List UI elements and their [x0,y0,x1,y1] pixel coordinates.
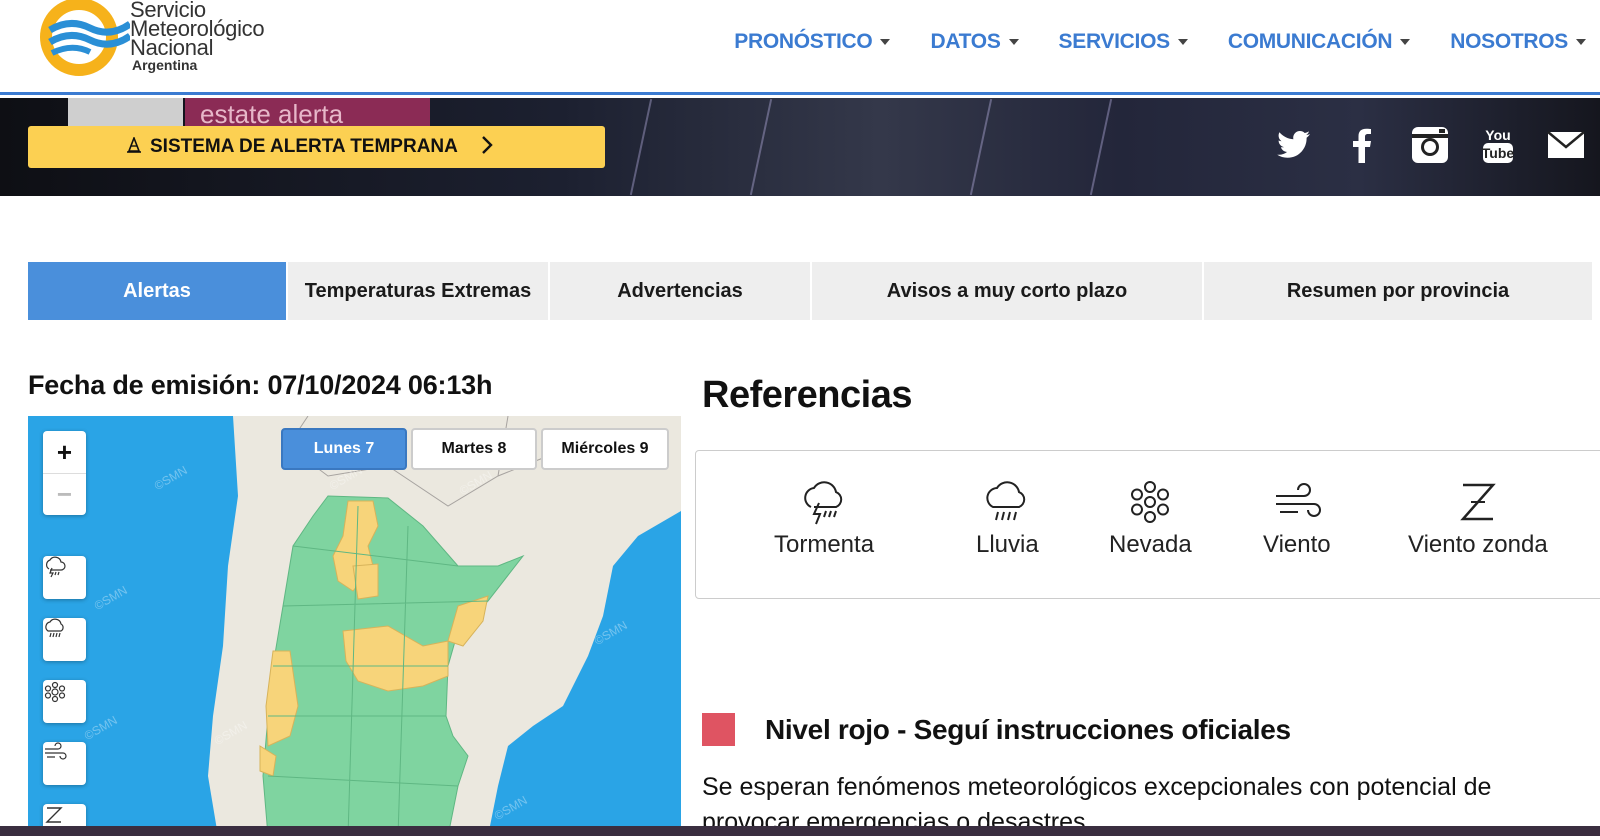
zoom-control: + − [43,431,86,515]
ref-item-viento-zonda: Viento zonda [1408,477,1548,559]
ref-item-nevada: Nevada [1109,477,1192,559]
chevron-down-icon [1576,39,1586,45]
day-lunes-button[interactable]: Lunes 7 [281,428,407,470]
day-selector: Lunes 7 Martes 8 Miércoles 9 [281,428,669,470]
tab-temperaturas-extremas[interactable]: Temperaturas Extremas [288,262,550,320]
tab-alertas[interactable]: Alertas [28,262,288,320]
nav-label: SERVICIOS [1058,30,1171,53]
day-miercoles-button[interactable]: Miércoles 9 [541,428,669,470]
day-martes-button[interactable]: Martes 8 [411,428,537,470]
snow-icon [1131,481,1170,523]
email-icon[interactable] [1532,125,1600,165]
ref-label: Viento zonda [1408,531,1548,558]
warning-cone-icon [126,135,142,158]
tab-resumen-provincia[interactable]: Resumen por provincia [1204,262,1594,320]
chevron-down-icon [1177,39,1188,45]
site-header: Servicio Meteorológico Nacional Argentin… [0,0,1600,95]
wind-icon [45,742,67,760]
snow-icon [44,681,66,703]
issue-date: Fecha de emisión: 07/10/2024 06:13h [28,370,493,400]
smn-logo-icon [40,0,133,76]
chevron-down-icon [1008,39,1019,45]
nav-comunicacion[interactable]: COMUNICACIÓN [1227,30,1411,54]
banner-overlay-text: estate alerta [185,98,430,129]
ref-label: Viento [1263,531,1331,558]
chevron-right-icon [481,135,493,161]
early-warning-system-button[interactable]: SISTEMA DE ALERTA TEMPRANA [28,126,605,168]
svg-text:You: You [1485,127,1510,143]
nivel-title: Nivel rojo - Seguí instrucciones oficial… [765,713,1291,745]
ref-item-viento: Viento [1263,477,1331,559]
referencias-title: Referencias [702,374,912,416]
social-links: You Tube [1260,125,1600,165]
alert-button-label: SISTEMA DE ALERTA TEMPRANA [150,136,458,157]
nav-label: DATOS [930,30,1001,53]
tab-avisos-corto-plazo[interactable]: Avisos a muy corto plazo [812,262,1204,320]
nivel-rojo-heading: Nivel rojo - Seguí instrucciones oficial… [702,713,1291,746]
nav-datos[interactable]: DATOS [930,30,1019,54]
referencias-box: Tormenta Lluvia Nevada Viento Viento zon… [695,450,1600,599]
lightning-decoration [1089,98,1113,196]
nav-label: NOSOTROS [1450,30,1568,53]
ref-item-tormenta: Tormenta [774,477,874,559]
instagram-icon[interactable] [1396,125,1464,165]
nav-label: PRONÓSTICO [734,30,873,53]
facebook-icon[interactable] [1328,125,1396,165]
tab-advertencias[interactable]: Advertencias [550,262,812,320]
zoom-in-button[interactable]: + [43,431,86,473]
twitter-icon[interactable] [1260,125,1328,165]
zonda-icon [45,807,63,823]
alert-map[interactable]: ©SMN ©SMN ©SMN ©SMN ©SMN ©SMN ©SMN ©SMN … [28,416,681,836]
rain-icon [45,618,64,638]
lightning-decoration [969,98,993,196]
alert-tabs: Alertas Temperaturas Extremas Advertenci… [28,262,1594,320]
nav-servicios[interactable]: SERVICIOS [1059,30,1188,54]
chevron-down-icon [1400,39,1411,45]
banner-image-fragment [68,98,183,126]
wind-icon [1275,483,1321,517]
ref-item-lluvia: Lluvia [976,477,1039,559]
smn-logo[interactable]: Servicio Meteorológico Nacional Argentin… [38,0,288,80]
youtube-icon[interactable]: You Tube [1464,125,1532,165]
yellow-zone [352,563,379,600]
nav-pronostico[interactable]: PRONÓSTICO [734,30,891,54]
svg-text:Tube: Tube [1482,145,1514,161]
storm-icon [804,481,843,525]
rain-icon [986,481,1026,521]
lightning-decoration [749,98,773,196]
chevron-down-icon [880,39,891,45]
ref-label: Lluvia [976,531,1039,558]
storm-icon [46,556,66,578]
layer-storm-button[interactable] [43,556,86,599]
ref-label: Tormenta [774,531,875,558]
layer-snow-button[interactable] [43,680,86,723]
logo-text: Servicio Meteorológico Nacional Argentin… [130,0,265,73]
main-nav: PRONÓSTICO DATOS SERVICIOS COMUNICACIÓN … [694,30,1586,54]
ref-label: Nevada [1109,531,1192,558]
layer-wind-button[interactable] [43,742,86,785]
layer-rain-button[interactable] [43,618,86,661]
nav-nosotros[interactable]: NOSOTROS [1450,30,1586,54]
window-bottom-edge [0,826,1600,836]
red-level-swatch [702,713,735,746]
lightning-decoration [629,98,653,196]
zoom-out-button[interactable]: − [43,473,86,515]
zonda-icon [1460,483,1496,521]
nav-label: COMUNICACIÓN [1227,30,1393,53]
